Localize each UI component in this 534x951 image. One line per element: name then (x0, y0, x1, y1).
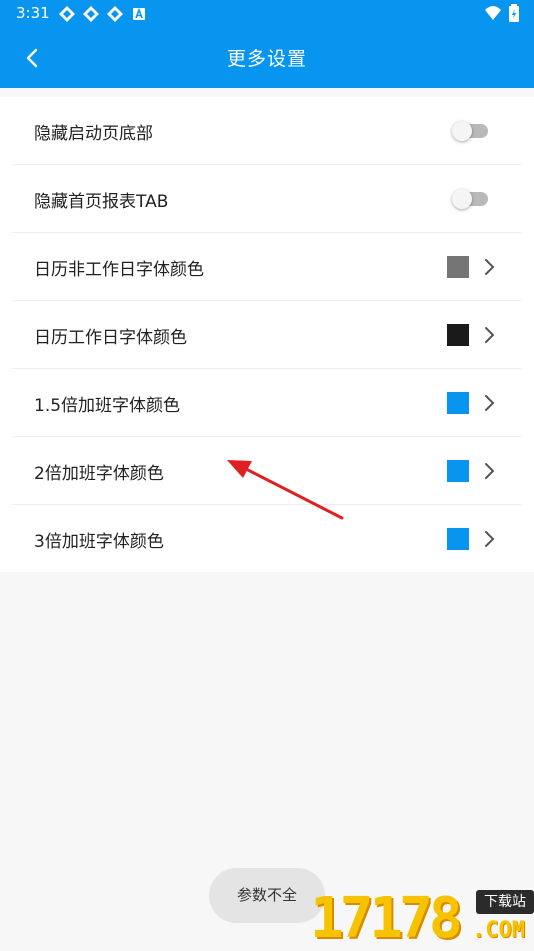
app-icon (59, 6, 75, 22)
app-icon (83, 6, 99, 22)
toggle-knob (452, 121, 472, 141)
setting-label: 日历非工作日字体颜色 (34, 260, 204, 280)
chevron-right-icon (485, 395, 495, 411)
color-swatch (447, 460, 469, 482)
watermark-logo: 17178 下载站 .COM (310, 880, 534, 951)
watermark-suffix: .COM (472, 918, 525, 943)
color-swatch (447, 256, 469, 278)
chevron-right-icon (485, 327, 495, 343)
chevron-right-icon (485, 463, 495, 479)
toggle-knob (452, 189, 472, 209)
a-badge-icon (133, 7, 145, 20)
app-icon (107, 6, 123, 22)
status-notification-icons (58, 5, 148, 23)
status-system-icons (484, 4, 520, 22)
toast-message: 参数不全 (209, 868, 325, 923)
watermark-digits: 17178 (310, 886, 463, 951)
battery-icon (509, 4, 519, 22)
chevron-right-icon (485, 259, 495, 275)
setting-label: 隐藏首页报表TAB (34, 192, 169, 212)
setting-label: 3倍加班字体颜色 (34, 532, 164, 552)
status-bar: 3:31 (0, 0, 534, 28)
setting-label: 2倍加班字体颜色 (34, 464, 164, 484)
color-swatch (447, 392, 469, 414)
toggle-switch[interactable] (452, 121, 490, 141)
setting-overtime-1-5x-color[interactable]: 1.5倍加班字体颜色 (12, 369, 522, 437)
setting-label: 1.5倍加班字体颜色 (34, 396, 181, 416)
color-swatch (447, 528, 469, 550)
setting-overtime-3x-color[interactable]: 3倍加班字体颜色 (12, 505, 522, 572)
setting-label: 隐藏启动页底部 (34, 124, 153, 144)
toggle-switch[interactable] (452, 189, 490, 209)
setting-hide-splash-bottom[interactable]: 隐藏启动页底部 (12, 97, 522, 165)
wifi-icon (485, 6, 501, 20)
settings-list: 隐藏启动页底部 隐藏首页报表TAB 日历非工作日字体颜色 日历工作日字体颜色 1… (0, 97, 534, 572)
watermark-badge: 下载站 (476, 890, 534, 914)
chevron-right-icon (485, 531, 495, 547)
setting-workday-color[interactable]: 日历工作日字体颜色 (12, 301, 522, 369)
setting-overtime-2x-color[interactable]: 2倍加班字体颜色 (12, 437, 522, 505)
setting-hide-report-tab[interactable]: 隐藏首页报表TAB (12, 165, 522, 233)
color-swatch (447, 324, 469, 346)
status-time: 3:31 (16, 4, 50, 22)
setting-label: 日历工作日字体颜色 (34, 328, 187, 348)
app-bar: 更多设置 (0, 28, 534, 88)
setting-nonworkday-color[interactable]: 日历非工作日字体颜色 (12, 233, 522, 301)
page-title: 更多设置 (226, 48, 307, 70)
